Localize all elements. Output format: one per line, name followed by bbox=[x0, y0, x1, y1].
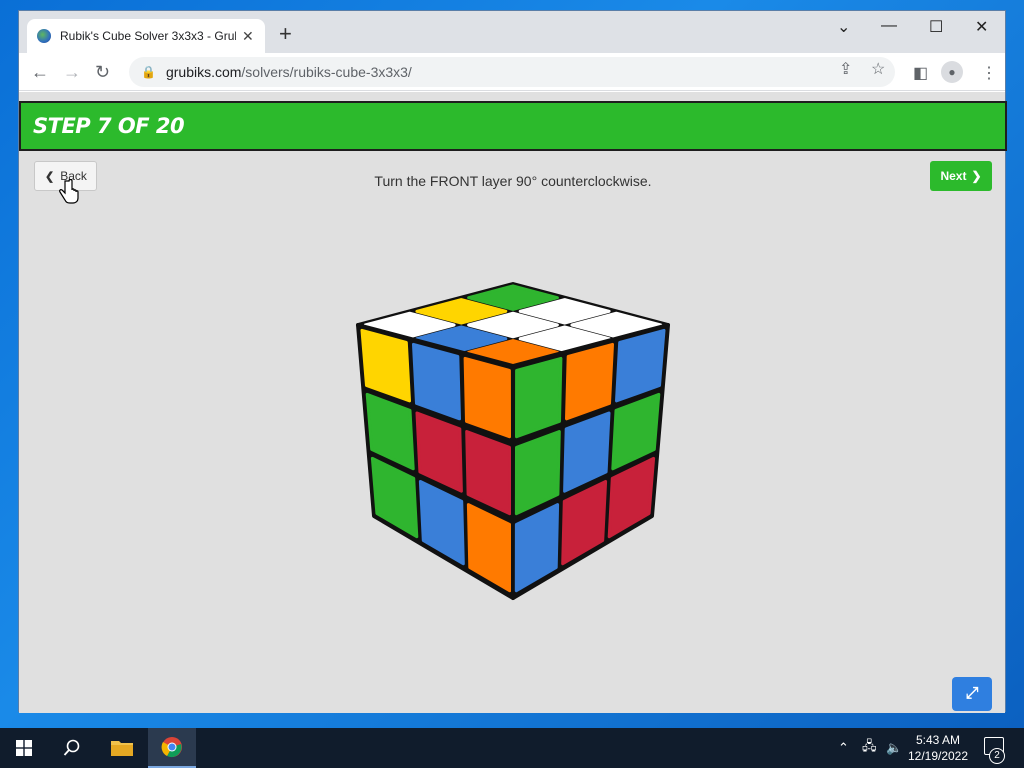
chevron-up-icon[interactable]: ⌃ bbox=[838, 728, 849, 768]
clock-date: 12/19/2022 bbox=[907, 749, 969, 763]
search-icon[interactable] bbox=[48, 728, 96, 768]
globe-icon bbox=[37, 29, 51, 43]
minimize-icon[interactable]: — bbox=[881, 17, 897, 35]
forward-arrow-icon[interactable]: → bbox=[63, 62, 81, 82]
network-icon[interactable]: 🖧 bbox=[862, 728, 877, 768]
maximize-icon[interactable]: ☐ bbox=[929, 17, 943, 37]
close-tab-icon[interactable]: ✕ bbox=[242, 28, 254, 45]
url-text: grubiks.com/solvers/rubiks-cube-3x3x3/ bbox=[165, 64, 412, 80]
page-content: STEP 7 OF 20 ❮ Back Turn the FRONT layer… bbox=[19, 92, 1007, 713]
menu-dots-icon[interactable]: ⋮ bbox=[981, 63, 997, 83]
notification-count: 2 bbox=[989, 748, 1005, 764]
profile-avatar[interactable]: ● bbox=[941, 61, 963, 83]
file-explorer-icon[interactable] bbox=[98, 728, 146, 768]
tab-title: Rubik's Cube Solver 3x3x3 - Grubiks bbox=[60, 29, 236, 43]
share-icon[interactable]: ⇪ bbox=[839, 59, 852, 79]
system-clock[interactable]: 5:43 AM 12/19/2022 bbox=[900, 732, 976, 764]
browser-tab[interactable]: Rubik's Cube Solver 3x3x3 - Grubiks ✕ bbox=[27, 19, 265, 53]
side-panel-icon[interactable]: ◧ bbox=[913, 63, 928, 83]
tab-search-icon[interactable]: ⌄ bbox=[837, 17, 850, 37]
start-windows-icon[interactable] bbox=[0, 728, 48, 768]
rubiks-cube-3d[interactable] bbox=[19, 92, 1007, 713]
back-arrow-icon[interactable]: ← bbox=[31, 62, 49, 82]
close-window-icon[interactable]: ✕ bbox=[975, 17, 988, 37]
address-bar[interactable]: 🔒 grubiks.com/solvers/rubiks-cube-3x3x3/ bbox=[129, 57, 895, 87]
hand-cursor-icon bbox=[59, 179, 79, 204]
fullscreen-button[interactable]: ⤢ bbox=[952, 677, 992, 711]
browser-window: Rubik's Cube Solver 3x3x3 - Grubiks ✕ + … bbox=[18, 10, 1007, 713]
expand-icon: ⤢ bbox=[965, 685, 979, 702]
taskbar: ⌃ 🖧 🔈 5:43 AM 12/19/2022 2 bbox=[0, 728, 1024, 768]
plus-icon[interactable]: + bbox=[279, 23, 292, 45]
chrome-icon[interactable] bbox=[148, 728, 196, 768]
title-bar: Rubik's Cube Solver 3x3x3 - Grubiks ✕ + … bbox=[19, 11, 1005, 53]
clock-time: 5:43 AM bbox=[915, 733, 961, 747]
star-icon[interactable]: ☆ bbox=[871, 59, 885, 79]
lock-icon: 🔒 bbox=[141, 65, 156, 79]
browser-toolbar: ← → ↻ 🔒 grubiks.com/solvers/rubiks-cube-… bbox=[19, 53, 1005, 91]
reload-icon[interactable]: ↻ bbox=[95, 62, 110, 82]
